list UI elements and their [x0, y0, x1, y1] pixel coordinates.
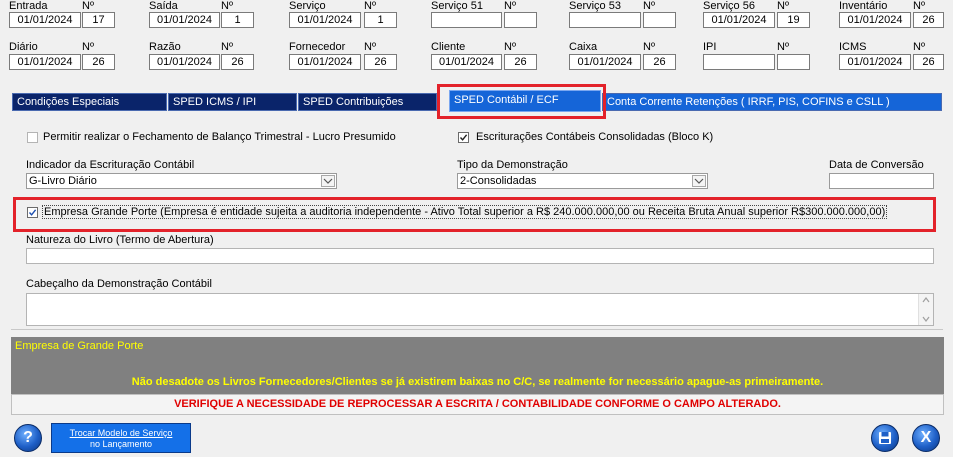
- info-title: Empresa de Grande Porte: [15, 340, 144, 352]
- razao-no-label: Nº: [221, 41, 233, 53]
- diario-no-field[interactable]: 26: [82, 54, 115, 70]
- consolidadas-checkbox[interactable]: [458, 132, 469, 143]
- ipi-no-field[interactable]: [777, 54, 810, 70]
- icms-no-field[interactable]: 26: [913, 54, 944, 70]
- cliente-date-field[interactable]: 01/01/2024: [431, 54, 502, 70]
- trocar-modelo-line2: no Lançamento: [89, 439, 153, 449]
- caixa-label: Caixa: [569, 41, 598, 53]
- razao-date-field[interactable]: 01/01/2024: [149, 54, 220, 70]
- servico51-date-field[interactable]: [431, 12, 502, 28]
- caixa-no-field[interactable]: 26: [643, 54, 676, 70]
- cliente-no-label: Nº: [504, 41, 516, 53]
- help-icon: ?: [23, 429, 33, 446]
- close-icon: X: [920, 429, 932, 446]
- servico53-no-field[interactable]: [643, 12, 676, 28]
- tipo-dropdown-button[interactable]: [692, 175, 706, 187]
- diario-no-label: Nº: [82, 41, 94, 53]
- indicador-label: Indicador da Escrituração Contábil: [26, 159, 195, 171]
- trocar-modelo-button[interactable]: Trocar Modelo de Serviço no Lançamento: [51, 423, 191, 453]
- warning-message-yellow: Não desadote os Livros Fornecedores/Clie…: [131, 376, 824, 388]
- servico51-label: Serviço 51: [431, 0, 483, 12]
- servico53-label: Serviço 53: [569, 0, 621, 12]
- tab-condicoes-especiais[interactable]: Condições Especiais: [12, 93, 167, 111]
- consolidadas-label: Escriturações Contábeis Consolidadas (Bl…: [476, 131, 714, 143]
- entrada-date-field[interactable]: 01/01/2024: [9, 12, 81, 28]
- help-button[interactable]: ?: [14, 424, 42, 452]
- servico56-label: Serviço 56: [703, 0, 755, 12]
- entrada-label: Entrada: [9, 0, 48, 12]
- tipo-demonstracao-value: 2-Consolidadas: [460, 175, 537, 187]
- fornecedor-label: Fornecedor: [289, 41, 346, 53]
- tipo-demonstracao-label: Tipo da Demonstração: [457, 159, 568, 171]
- razao-label: Razão: [149, 41, 181, 53]
- inventario-label: Inventário: [839, 0, 888, 12]
- check-icon: [459, 134, 468, 141]
- grande-porte-highlight-box: [13, 197, 936, 232]
- fornecedor-date-field[interactable]: 01/01/2024: [289, 54, 361, 70]
- warning-message-red: VERIFIQUE A NECESSIDADE DE REPROCESSAR A…: [174, 398, 781, 410]
- servico-no-field[interactable]: 1: [364, 12, 397, 28]
- save-button[interactable]: [871, 424, 899, 452]
- balanco-trimestral-checkbox[interactable]: [27, 132, 38, 143]
- floppy-disk-icon: [879, 432, 891, 444]
- saida-label: Saída: [149, 0, 178, 12]
- icms-label: ICMS: [839, 41, 867, 53]
- close-button[interactable]: X: [912, 424, 940, 452]
- ipi-date-field[interactable]: [703, 54, 775, 70]
- inventario-no-field[interactable]: 26: [913, 12, 944, 28]
- ipi-label: IPI: [703, 41, 717, 53]
- caixa-date-field[interactable]: 01/01/2024: [569, 54, 641, 70]
- saida-no-label: Nº: [221, 0, 233, 12]
- scroll-up-icon[interactable]: [921, 296, 931, 304]
- saida-no-field[interactable]: 1: [221, 12, 254, 28]
- inventario-no-label: Nº: [913, 0, 925, 12]
- fornecedor-no-label: Nº: [364, 41, 376, 53]
- indicador-select[interactable]: G-Livro Diário: [26, 173, 337, 189]
- natureza-livro-label: Natureza do Livro (Termo de Abertura): [26, 234, 214, 246]
- chevron-down-icon: [694, 178, 704, 184]
- cliente-no-field[interactable]: 26: [504, 54, 537, 70]
- ipi-no-label: Nº: [777, 41, 789, 53]
- servico51-no-label: Nº: [504, 0, 516, 12]
- tab-conta-corrente-retencoes[interactable]: Conta Corrente Retenções ( IRRF, PIS, CO…: [602, 93, 942, 111]
- tipo-demonstracao-select[interactable]: 2-Consolidadas: [457, 173, 708, 189]
- trocar-modelo-line1: Trocar Modelo de Serviço: [69, 428, 173, 438]
- data-conversao-label: Data de Conversão: [829, 159, 924, 171]
- indicador-dropdown-button[interactable]: [321, 175, 335, 187]
- servico-no-label: Nº: [364, 0, 376, 12]
- servico51-no-field[interactable]: [504, 12, 537, 28]
- cliente-label: Cliente: [431, 41, 466, 53]
- scroll-down-icon[interactable]: [921, 315, 931, 323]
- entrada-no-label: Nº: [82, 0, 94, 12]
- chevron-down-icon: [323, 178, 333, 184]
- tab-highlight-box: [437, 84, 606, 119]
- saida-date-field[interactable]: 01/01/2024: [149, 12, 220, 28]
- icms-no-label: Nº: [913, 41, 925, 53]
- caixa-no-label: Nº: [643, 41, 655, 53]
- balanco-trimestral-label: Permitir realizar o Fechamento de Balanç…: [43, 131, 396, 143]
- data-conversao-field[interactable]: [829, 173, 934, 189]
- diario-date-field[interactable]: 01/01/2024: [9, 54, 81, 70]
- inventario-date-field[interactable]: 01/01/2024: [839, 12, 911, 28]
- servico56-date-field[interactable]: 01/01/2024: [703, 12, 775, 28]
- servico56-no-label: Nº: [777, 0, 789, 12]
- indicador-value: G-Livro Diário: [29, 175, 97, 187]
- entrada-no-field[interactable]: 17: [82, 12, 115, 28]
- razao-no-field[interactable]: 26: [221, 54, 254, 70]
- fornecedor-no-field[interactable]: 26: [364, 54, 397, 70]
- tab-sped-icms-ipi[interactable]: SPED ICMS / IPI: [168, 93, 297, 111]
- tab-sped-contribuicoes[interactable]: SPED Contribuições: [298, 93, 437, 111]
- cabecalho-textarea[interactable]: [26, 293, 934, 326]
- cabecalho-scrollbar[interactable]: [918, 294, 933, 325]
- icms-date-field[interactable]: 01/01/2024: [839, 54, 911, 70]
- diario-label: Diário: [9, 41, 38, 53]
- servico56-no-field[interactable]: 19: [777, 12, 810, 28]
- servico-date-field[interactable]: 01/01/2024: [289, 12, 361, 28]
- servico53-no-label: Nº: [643, 0, 655, 12]
- servico-label: Serviço: [289, 0, 326, 12]
- natureza-livro-field[interactable]: [26, 248, 934, 264]
- cabecalho-label: Cabeçalho da Demonstração Contábil: [26, 278, 212, 290]
- servico53-date-field[interactable]: [569, 12, 641, 28]
